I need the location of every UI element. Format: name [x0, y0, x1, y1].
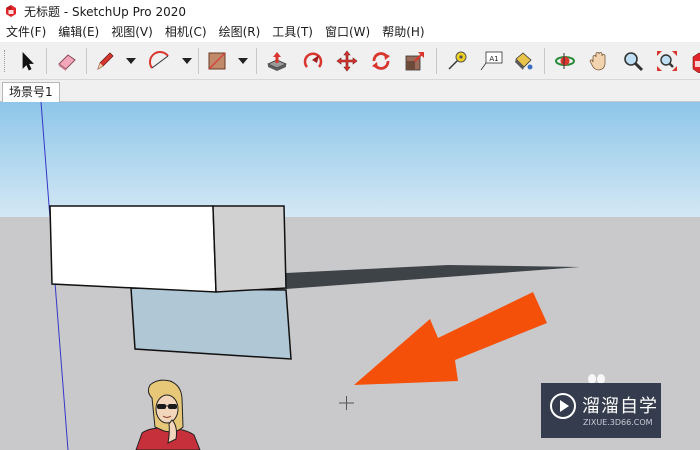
dropdown-arrow-icon	[126, 58, 136, 64]
toolbar-separator	[436, 48, 437, 74]
tape-measure-icon	[448, 51, 467, 70]
arc-icon	[149, 51, 169, 69]
zoom-extents-icon	[657, 51, 677, 71]
select-icon	[22, 52, 34, 71]
paint-bucket-tool-button[interactable]	[508, 46, 538, 76]
rectangle-icon	[208, 52, 226, 70]
watermark-title: 溜溜自学	[582, 396, 658, 417]
text-tool-glyph: A1	[489, 55, 498, 63]
title-bar: 无标题 - SketchUp Pro 2020	[0, 0, 700, 22]
select-tool-button[interactable]	[12, 46, 42, 76]
menu-camera[interactable]: 相机(C)	[159, 22, 213, 42]
menu-view[interactable]: 视图(V)	[105, 22, 159, 42]
zoom-icon	[624, 52, 644, 72]
menu-window[interactable]: 窗口(W)	[319, 22, 376, 42]
arc-tool-button[interactable]	[145, 46, 175, 76]
line-tool-dropdown[interactable]	[124, 54, 138, 68]
tape-measure-tool-button[interactable]	[442, 46, 472, 76]
line-tool-button[interactable]	[90, 46, 120, 76]
follow-me-icon	[303, 52, 323, 68]
large-tool-set-toolbar: A1	[0, 42, 700, 80]
menu-tools[interactable]: 工具(T)	[266, 22, 319, 42]
play-logo-icon	[550, 393, 576, 419]
window-title: 无标题 - SketchUp Pro 2020	[24, 4, 186, 19]
dropdown-arrow-icon	[182, 58, 192, 64]
menu-draw[interactable]: 绘图(R)	[213, 22, 267, 42]
zoom-tool-button[interactable]	[618, 46, 648, 76]
push-pull-icon	[267, 52, 287, 71]
eraser-tool-button[interactable]	[52, 46, 82, 76]
menu-bar: 文件(F) 编辑(E) 视图(V) 相机(C) 绘图(R) 工具(T) 窗口(W…	[0, 22, 700, 42]
orbit-tool-button[interactable]	[550, 46, 580, 76]
sketchup-window: 无标题 - SketchUp Pro 2020 文件(F) 编辑(E) 视图(V…	[0, 0, 700, 450]
menu-file[interactable]: 文件(F)	[0, 22, 52, 42]
watermark-subtitle: ZIXUE.3D66.COM	[583, 418, 653, 427]
toolbar-separator	[46, 48, 47, 74]
scale-icon	[405, 52, 424, 71]
rectangle-tool-dropdown[interactable]	[236, 54, 250, 68]
sketchup-logo-icon	[6, 5, 16, 17]
pan-tool-button[interactable]	[584, 46, 614, 76]
push-pull-tool-button[interactable]	[262, 46, 292, 76]
toolbar-separator	[86, 48, 87, 74]
move-tool-button[interactable]	[332, 46, 362, 76]
box-front-face	[49, 205, 217, 293]
text-tool-button[interactable]: A1	[476, 46, 506, 76]
toolbar-separator	[256, 48, 257, 74]
dropdown-arrow-icon	[238, 58, 248, 64]
eraser-icon	[58, 54, 76, 71]
move-icon	[336, 50, 358, 72]
rotate-tool-button[interactable]	[366, 46, 396, 76]
3d-warehouse-button[interactable]	[684, 46, 700, 76]
orbit-icon	[555, 53, 575, 69]
arc-tool-dropdown[interactable]	[180, 54, 194, 68]
scene-tab-1[interactable]: 场景号1	[2, 82, 60, 102]
zoom-extents-tool-button[interactable]	[652, 46, 682, 76]
toolbar-separator	[544, 48, 545, 74]
pencil-line-icon	[97, 52, 114, 70]
follow-me-tool-button[interactable]	[298, 46, 328, 76]
menu-help[interactable]: 帮助(H)	[376, 22, 430, 42]
box-lower-volume	[130, 287, 292, 360]
watermark-badge: 溜溜自学 ZIXUE.3D66.COM	[541, 383, 661, 438]
sky-background	[0, 102, 700, 218]
rectangle-tool-button[interactable]	[202, 46, 232, 76]
warehouse-icon	[692, 52, 700, 73]
scale-tool-button[interactable]	[400, 46, 430, 76]
box-right-face	[212, 205, 287, 293]
paint-bucket-icon	[515, 52, 533, 70]
pan-icon	[589, 52, 606, 71]
text-label-icon: A1	[480, 51, 503, 71]
scene-tab-bar: 场景号1	[0, 80, 700, 102]
rotate-icon	[372, 52, 390, 70]
toolbar-separator	[198, 48, 199, 74]
menu-edit[interactable]: 编辑(E)	[52, 22, 105, 42]
toolbar-grip[interactable]	[4, 50, 7, 72]
